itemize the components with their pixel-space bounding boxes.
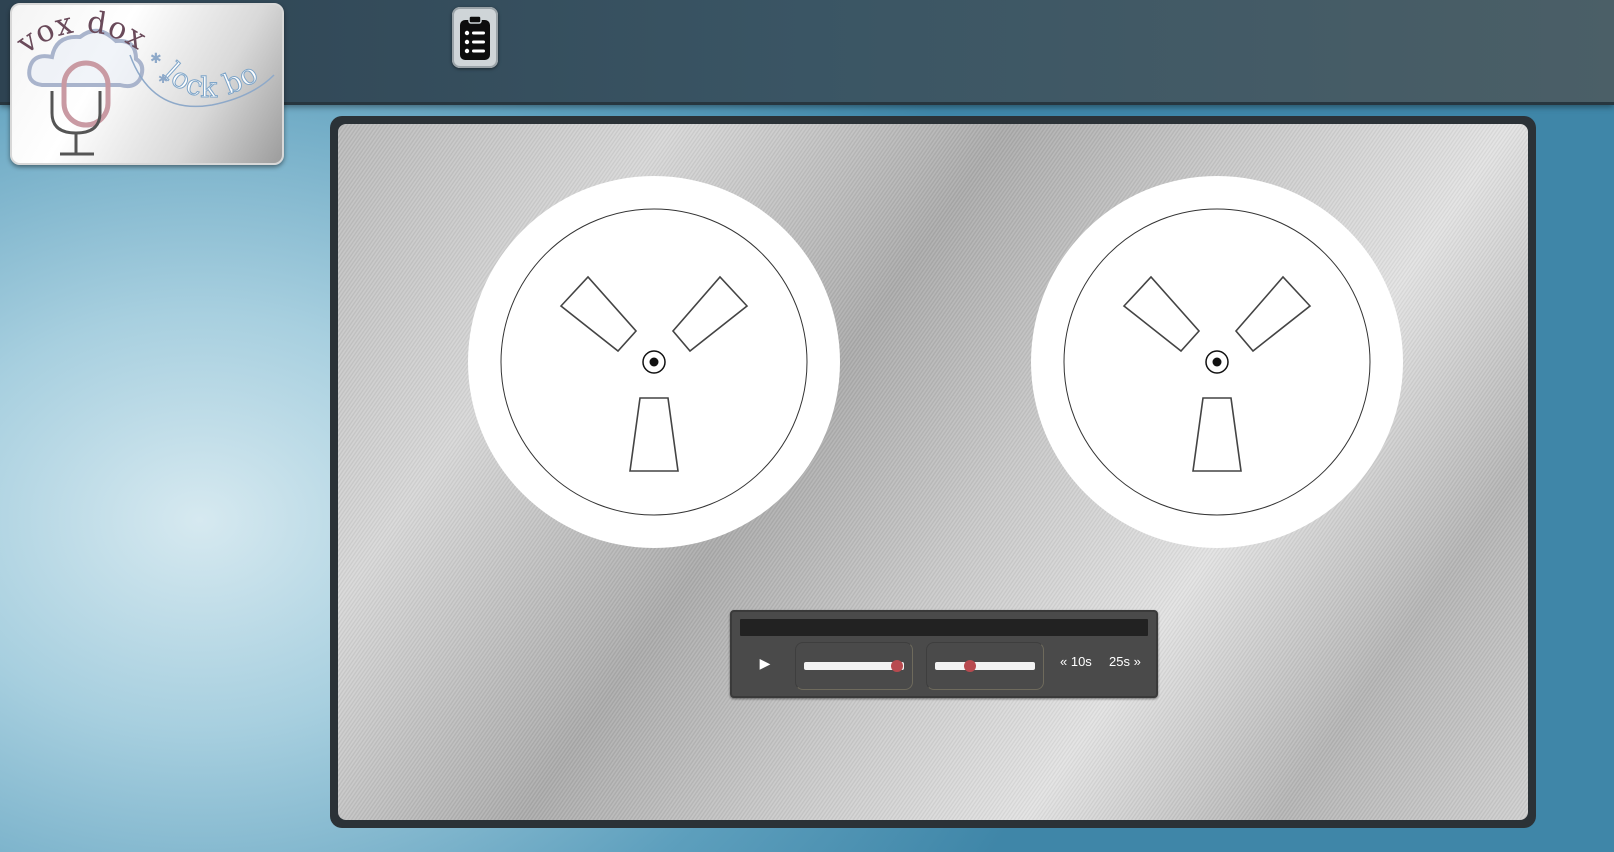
- speed-slider[interactable]: [935, 660, 1035, 672]
- skip-forward-button[interactable]: 25s »: [1109, 654, 1141, 669]
- audio-player-controls: ▶ « 10s 25s »: [730, 610, 1158, 698]
- volume-slider-thumb[interactable]: [891, 660, 903, 672]
- left-reel: [468, 176, 840, 548]
- clipboard-list-icon: [460, 14, 490, 60]
- volume-slider[interactable]: [804, 660, 904, 672]
- svg-text:✱: ✱: [158, 72, 168, 86]
- logo-artwork: vox dox lock box ✱ ✱: [12, 5, 275, 156]
- play-button[interactable]: ▶: [752, 650, 778, 676]
- left-reel-hub: [500, 208, 808, 516]
- speed-slider-thumb[interactable]: [964, 660, 976, 672]
- speed-slider-frame: [926, 642, 1044, 690]
- vox-dox-logo[interactable]: vox dox lock box ✱ ✱: [10, 3, 284, 165]
- svg-text:✱: ✱: [150, 51, 162, 67]
- right-reel: [1031, 176, 1403, 548]
- clipboard-list-button[interactable]: [452, 7, 498, 68]
- tape-deck: ▶ « 10s 25s »: [330, 116, 1536, 828]
- brushed-metal-plate: ▶ « 10s 25s »: [338, 124, 1528, 820]
- skip-back-button[interactable]: « 10s: [1060, 654, 1092, 669]
- progress-bar[interactable]: [740, 619, 1148, 636]
- volume-slider-frame: [795, 642, 913, 690]
- right-reel-hub: [1063, 208, 1371, 516]
